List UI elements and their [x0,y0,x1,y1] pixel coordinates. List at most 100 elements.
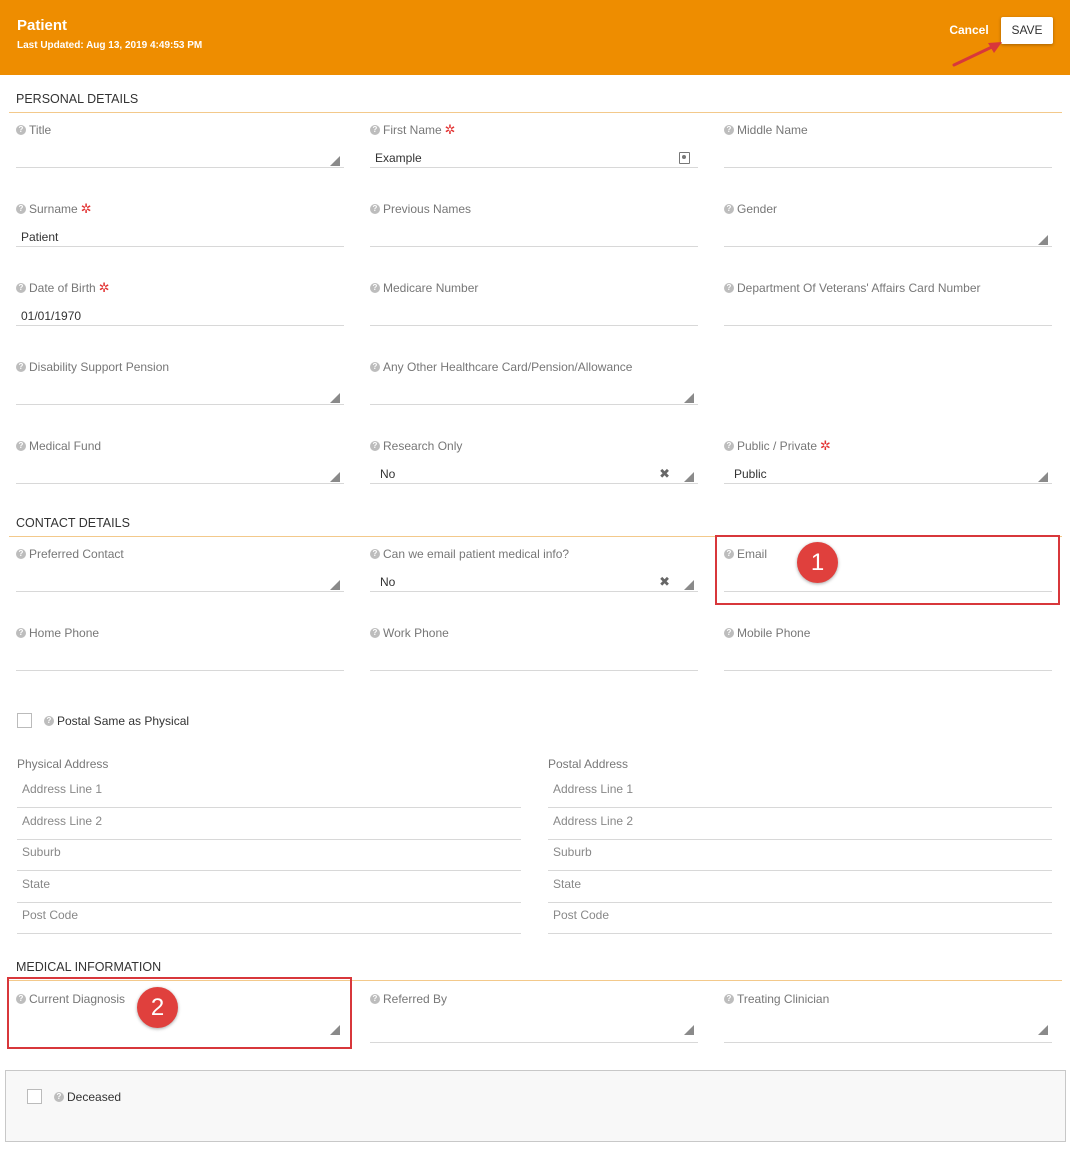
physical-address-line[interactable]: Post Code [17,903,521,934]
dropdown-triangle-icon[interactable] [1038,472,1048,482]
dropdown-triangle-icon[interactable] [684,393,694,403]
help-circle-icon: ? [724,628,734,638]
previous-names-field[interactable]: ? Previous Names [370,202,698,262]
preferred-contact-field[interactable]: ? Preferred Contact [16,547,344,607]
physical-address-line[interactable]: Address Line 2 [17,809,521,840]
work-phone-field[interactable]: ? Work Phone [370,626,698,686]
postal-address-line[interactable]: Post Code [548,903,1052,934]
section-title-medical: MEDICAL INFORMATION [16,960,162,974]
field-underline [724,1042,1052,1043]
physical-address-placeholder: Suburb [22,845,61,859]
clear-x-icon[interactable]: ✖ [659,574,670,590]
mobile-phone-label: ? Mobile Phone [724,626,810,640]
field-underline [724,246,1052,247]
medical-fund-field[interactable]: ? Medical Fund [16,439,344,499]
public-private-value: Public [734,467,767,481]
help-circle-icon: ? [724,994,734,1004]
first-name-label: ? First Name ✲ [370,123,456,137]
field-underline [548,933,1052,934]
work-phone-label: ? Work Phone [370,626,449,640]
dropdown-triangle-icon[interactable] [1038,1025,1048,1035]
field-underline [370,404,698,405]
help-circle-icon: ? [724,125,734,135]
deceased-label: Deceased [67,1089,122,1104]
field-underline [370,483,698,484]
physical-address-placeholder: Address Line 1 [22,782,103,796]
surname-value: Patient [21,230,59,244]
pointer-arrow-icon [952,42,1002,67]
healthcare-card-field[interactable]: ? Any Other Healthcare Card/Pension/Allow… [370,360,698,420]
surname-field[interactable]: ? Surname ✲ Patient [16,202,344,262]
help-circle-icon: ? [16,628,26,638]
research-only-field[interactable]: ? Research Only No ✖ [370,439,698,499]
referred-by-field[interactable]: ? Referred By [370,992,698,1052]
research-only-label: ? Research Only [370,439,462,453]
dropdown-triangle-icon[interactable] [684,472,694,482]
physical-address-line[interactable]: Suburb [17,840,521,871]
physical-address-placeholder: State [22,876,51,891]
help-circle-icon: ? [370,125,380,135]
deceased-row[interactable]: ? Deceased [27,1089,121,1104]
first-name-field[interactable]: ? First Name ✲ Example [370,123,698,183]
page-title: Patient [17,17,68,34]
clear-x-icon[interactable]: ✖ [659,466,670,482]
contact-card-icon[interactable] [679,152,690,164]
dropdown-triangle-icon[interactable] [330,580,340,590]
physical-address-line[interactable]: State [17,872,521,903]
field-underline [724,670,1052,671]
postal-same-checkbox[interactable] [17,713,32,728]
field-underline [370,167,698,168]
healthcare-card-label: ? Any Other Healthcare Card/Pension/Allow… [370,360,632,374]
field-underline [724,325,1052,326]
previous-names-label: ? Previous Names [370,202,471,216]
help-circle-icon: ? [724,204,734,214]
postal-address-line[interactable]: State [548,872,1052,903]
email-medical-field[interactable]: ? Can we email patient medical info? No ✖ [370,547,698,607]
help-circle-icon: ? [16,441,26,451]
cancel-button[interactable]: Cancel [944,23,994,39]
dva-field[interactable]: ? Department Of Veterans' Affairs Card Nu… [724,281,1052,341]
required-asterisk-icon: ✲ [444,122,456,137]
dropdown-triangle-icon[interactable] [330,393,340,403]
title-field[interactable]: ? Title [16,123,344,183]
help-circle-icon: ? [370,362,380,372]
postal-address-line[interactable]: Address Line 2 [548,809,1052,840]
field-underline [17,933,521,934]
callout-box-2 [7,977,352,1049]
page-header: Patient Last Updated: Aug 13, 2019 4:49:… [0,0,1070,75]
callout-badge-2: 2 [137,987,178,1028]
postal-same-row[interactable]: ? Postal Same as Physical [17,713,189,728]
mobile-phone-field[interactable]: ? Mobile Phone [724,626,1052,686]
section-title-contact: CONTACT DETAILS [16,516,130,530]
gender-field[interactable]: ? Gender [724,202,1052,262]
physical-address-line[interactable]: Address Line 1 [17,777,521,808]
help-circle-icon: ? [44,715,54,726]
home-phone-field[interactable]: ? Home Phone [16,626,344,686]
disability-field[interactable]: ? Disability Support Pension [16,360,344,420]
preferred-contact-label: ? Preferred Contact [16,547,124,561]
field-underline [16,591,344,592]
surname-label: ? Surname ✲ [16,202,92,216]
medicare-field[interactable]: ? Medicare Number [370,281,698,341]
dropdown-triangle-icon[interactable] [330,156,340,166]
save-button[interactable]: SAVE [1001,17,1053,44]
help-circle-icon: ? [370,441,380,451]
dropdown-triangle-icon[interactable] [330,472,340,482]
field-underline [16,670,344,671]
dob-value: 01/01/1970 [21,309,82,323]
medical-fund-label: ? Medical Fund [16,439,101,453]
dob-field[interactable]: ? Date of Birth ✲ 01/01/1970 [16,281,344,341]
treating-clinician-field[interactable]: ? Treating Clinician [724,992,1052,1052]
deceased-checkbox[interactable] [27,1089,42,1104]
required-asterisk-icon: ✲ [820,438,831,453]
dropdown-triangle-icon[interactable] [684,580,694,590]
dropdown-triangle-icon[interactable] [1038,235,1048,245]
email-medical-value: No [380,575,396,589]
postal-address-line[interactable]: Address Line 1 [548,777,1052,808]
postal-address-placeholder: Post Code [553,908,610,922]
dva-label: ? Department Of Veterans' Affairs Card Nu… [724,281,981,295]
dropdown-triangle-icon[interactable] [684,1025,694,1035]
middle-name-field[interactable]: ? Middle Name [724,123,1052,183]
postal-address-line[interactable]: Suburb [548,840,1052,871]
public-private-field[interactable]: ? Public / Private ✲ Public [724,439,1052,499]
